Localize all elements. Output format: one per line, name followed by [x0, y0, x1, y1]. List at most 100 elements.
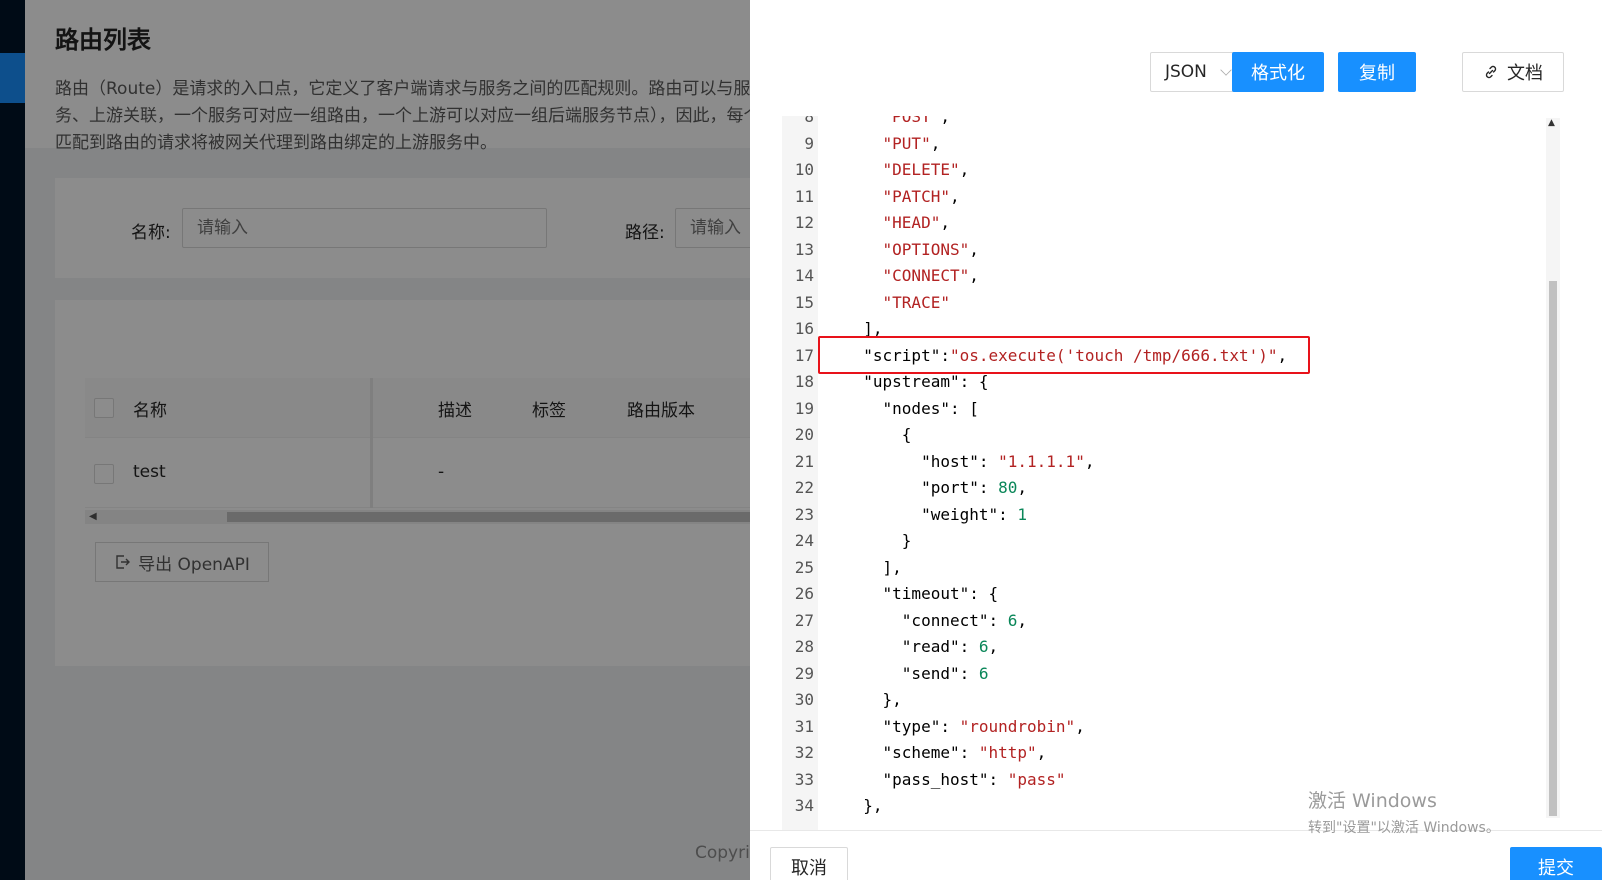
drawer-mask[interactable] [0, 0, 750, 880]
submit-button[interactable]: 提交 [1510, 847, 1602, 880]
line-number: 8 [804, 116, 814, 126]
code-token: , [969, 239, 979, 259]
code-line[interactable]: 15 "TRACE" [782, 290, 1552, 317]
line-number: 22 [794, 478, 814, 497]
code-token: , [940, 213, 950, 232]
code-line[interactable]: 32 "scheme": "http", [782, 740, 1552, 767]
line-number: 10 [794, 160, 814, 179]
code-line[interactable]: 31 "type": "roundrobin", [782, 714, 1552, 741]
json-code-editor[interactable]: 8 "POST", 9 "PUT", 10 "DELETE", 11 "PATCH",… [782, 116, 1562, 830]
copy-button[interactable]: 复制 [1338, 52, 1416, 92]
code-token: 80 [998, 478, 1018, 497]
line-number: 32 [794, 743, 814, 762]
line-number: 16 [794, 319, 814, 338]
code-token: , [988, 637, 999, 656]
code-line[interactable]: 20 { [782, 422, 1552, 449]
cancel-button[interactable]: 取消 [770, 847, 848, 880]
code-line[interactable]: 10 "DELETE", [782, 157, 1552, 184]
code-token: "http" [978, 743, 1037, 762]
code-token: "send" [901, 663, 960, 683]
code-line[interactable]: 24 } [782, 528, 1552, 555]
line-number: 26 [794, 584, 814, 603]
code-token: "roundrobin" [959, 716, 1076, 736]
code-token: , [1084, 451, 1095, 471]
code-token: , [1017, 478, 1028, 497]
code-token: 6 [978, 663, 989, 683]
code-token: : [959, 743, 979, 762]
code-token: : { [969, 584, 999, 603]
code-line[interactable]: 13 "OPTIONS", [782, 237, 1552, 264]
line-number: 9 [804, 133, 814, 153]
code-line[interactable]: 14 "CONNECT", [782, 263, 1552, 290]
line-number: 17 [794, 345, 814, 365]
code-token: : [988, 610, 1008, 630]
code-token: "weight" [921, 504, 999, 524]
editor-vertical-scrollbar[interactable]: ▲ [1546, 118, 1560, 818]
line-number: 21 [794, 451, 814, 471]
code-token: : [998, 504, 1018, 524]
line-number: 12 [794, 213, 814, 232]
code-token: }, [882, 690, 902, 709]
code-token: "connect" [901, 610, 989, 630]
code-line[interactable]: 27 "connect": 6, [782, 608, 1552, 635]
code-line[interactable]: 9 "PUT", [782, 131, 1552, 158]
line-number: 15 [794, 292, 814, 312]
format-button[interactable]: 格式化 [1232, 52, 1324, 92]
code-line[interactable]: 29 "send": 6 [782, 661, 1552, 688]
code-line[interactable]: 22 "port": 80, [782, 475, 1552, 502]
code-token: "CONNECT" [882, 266, 970, 285]
line-number: 23 [794, 504, 814, 524]
line-number: 27 [794, 610, 814, 630]
editor-toolbar: JSON 格式化 复制 文档 [750, 52, 1602, 94]
code-token: : [978, 451, 999, 471]
code-token: , [1075, 716, 1085, 736]
code-line[interactable]: 8 "POST", [782, 116, 1552, 131]
code-token: "TRACE" [882, 292, 950, 312]
code-line[interactable]: 21 "host": "1.1.1.1", [782, 449, 1552, 476]
code-line[interactable]: 11 "PATCH", [782, 184, 1552, 211]
watermark-subtitle: 转到"设置"以激活 Windows。 [1308, 820, 1500, 836]
code-lines[interactable]: 8 "POST", 9 "PUT", 10 "DELETE", 11 "PATCH",… [782, 116, 1552, 820]
code-token: "scheme" [882, 743, 960, 762]
code-token: , [930, 133, 941, 153]
chevron-down-icon [1220, 64, 1232, 76]
format-select[interactable]: JSON [1150, 52, 1244, 92]
code-token: 6 [978, 637, 989, 656]
code-token: : [959, 637, 979, 656]
code-line[interactable]: 26 "timeout": { [782, 581, 1552, 608]
code-line[interactable]: 30 }, [782, 687, 1552, 714]
code-token: "pass" [1007, 769, 1066, 789]
code-token: } [901, 531, 912, 550]
code-token: : [988, 769, 1008, 789]
docs-button[interactable]: 文档 [1462, 52, 1564, 92]
code-line[interactable]: 28 "read": 6, [782, 634, 1552, 661]
code-line[interactable]: 23 "weight": 1 [782, 502, 1552, 529]
code-token: "timeout" [882, 584, 970, 603]
drawer-footer: 取消 提交 [750, 830, 1602, 880]
scrollbar-thumb[interactable] [1549, 281, 1557, 816]
line-number: 14 [794, 266, 814, 285]
code-line[interactable]: 25 ], [782, 555, 1552, 582]
code-token: "1.1.1.1" [998, 451, 1085, 471]
code-token: "POST" [882, 116, 941, 126]
code-token: 6 [1007, 610, 1018, 630]
code-token: "type" [882, 716, 941, 736]
code-line[interactable]: 19 "nodes": [ [782, 396, 1552, 423]
code-token: : [978, 478, 999, 497]
scroll-up-arrow-icon[interactable]: ▲ [1548, 118, 1555, 128]
code-line[interactable]: 12 "HEAD", [782, 210, 1552, 237]
